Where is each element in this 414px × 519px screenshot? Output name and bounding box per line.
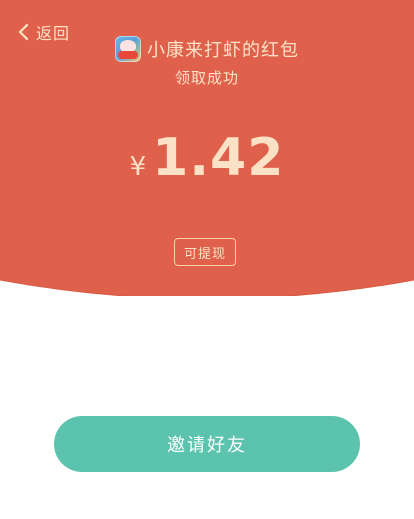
invite-friends-button[interactable]: 邀请好友 (54, 416, 360, 472)
currency-symbol: ¥ (129, 152, 147, 182)
app-logo-icon (115, 36, 141, 62)
amount-display: ¥ 1.42 (0, 128, 414, 188)
title-row: 小康来打虾的红包 (0, 36, 414, 62)
red-packet-title: 小康来打虾的红包 (147, 40, 299, 61)
claim-status-text: 领取成功 (174, 69, 239, 87)
withdrawable-tag[interactable]: 可提现 (174, 238, 236, 266)
amount-value: 1.42 (152, 128, 285, 188)
red-packet-screen: 返回 小康来打虾的红包 领取成功 ¥ 1.42 可提现 邀请好友 (0, 0, 414, 519)
